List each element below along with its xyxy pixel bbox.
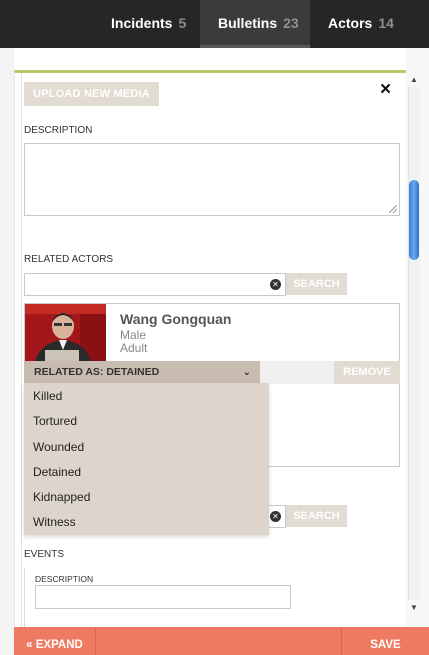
dropdown-option-detained[interactable]: Detained	[33, 465, 81, 479]
dropdown-option-killed[interactable]: Killed	[33, 389, 62, 403]
event-description-label: DESCRIPTION	[35, 574, 94, 584]
top-nav: Incidents 5 Bulletins 23 Actors 14	[0, 0, 429, 48]
remove-actor-button[interactable]: REMOVE	[334, 361, 400, 384]
chevron-down-icon: ⌄	[242, 367, 251, 378]
close-icon[interactable]: ×	[380, 79, 391, 101]
related-actors-label: RELATED ACTORS	[24, 254, 114, 265]
tab-label: Actors	[328, 15, 373, 31]
actor-search-button[interactable]: SEARCH	[286, 273, 347, 295]
description-textarea[interactable]	[24, 143, 400, 216]
tab-count: 14	[378, 15, 394, 31]
scrollbar-track[interactable]	[408, 87, 420, 600]
tab-incidents[interactable]: Incidents 5	[95, 0, 200, 48]
events-label: EVENTS	[24, 549, 65, 560]
scroll-down-arrow-icon[interactable]: ▼	[409, 603, 419, 613]
clear-icon[interactable]: ✕	[270, 511, 281, 522]
tab-actors[interactable]: Actors 14	[310, 0, 429, 48]
expand-button[interactable]: « EXPAND	[14, 627, 96, 655]
actor-photo	[25, 304, 106, 361]
description-label: DESCRIPTION	[24, 125, 93, 136]
event-description-input[interactable]	[35, 585, 291, 609]
tab-label: Bulletins	[218, 15, 278, 31]
event-search-button[interactable]: SEARCH	[286, 505, 347, 527]
related-as-select[interactable]: RELATED AS: DETAINED ⌄	[24, 361, 260, 384]
dropdown-option-wounded[interactable]: Wounded	[33, 440, 84, 454]
save-button[interactable]: SAVE	[341, 627, 429, 655]
actor-sex: Male	[120, 328, 147, 342]
tab-count: 5	[178, 15, 187, 31]
actor-age: Adult	[120, 341, 148, 355]
left-strip	[0, 48, 14, 655]
dropdown-option-kidnapped[interactable]: Kidnapped	[33, 490, 90, 504]
relation-extra-field	[260, 361, 334, 384]
tab-count: 23	[283, 15, 299, 31]
scrollbar-thumb[interactable]	[409, 180, 419, 260]
actor-name: Wang Gongquan	[120, 311, 232, 327]
scroll-up-arrow-icon[interactable]: ▲	[409, 75, 419, 85]
dropdown-option-tortured[interactable]: Tortured	[33, 414, 77, 428]
actor-search-input[interactable]: ✕	[24, 273, 286, 296]
tab-bulletins[interactable]: Bulletins 23	[200, 0, 310, 48]
panel-divider	[21, 73, 22, 630]
footer-bar: « EXPAND SAVE	[14, 627, 429, 655]
bulletin-edit-panel: UPLOAD NEW MEDIA × DESCRIPTION RELATED A…	[14, 70, 406, 630]
related-as-dropdown: Killed Tortured Wounded Detained Kidnapp…	[24, 383, 269, 535]
related-as-value: RELATED AS: DETAINED	[34, 366, 160, 378]
upload-media-button[interactable]: UPLOAD NEW MEDIA	[24, 82, 159, 106]
tab-label: Incidents	[111, 15, 173, 31]
resize-handle-icon[interactable]	[389, 205, 397, 213]
dropdown-option-witness[interactable]: Witness	[33, 515, 76, 529]
clear-icon[interactable]: ✕	[270, 279, 281, 290]
